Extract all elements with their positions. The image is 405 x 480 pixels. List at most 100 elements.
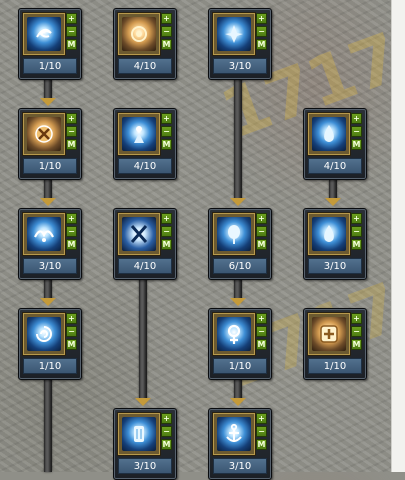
- skill-slot[interactable]: + − M 3/10: [208, 8, 272, 80]
- skill-level: 1/10: [23, 358, 77, 374]
- scrollbar-strip[interactable]: [391, 0, 405, 472]
- blue-figure-icon[interactable]: [122, 117, 156, 151]
- skill-icon-frame[interactable]: [213, 213, 255, 255]
- plus-button[interactable]: +: [256, 213, 267, 224]
- max-button[interactable]: M: [161, 139, 172, 150]
- skill-level: 3/10: [308, 258, 362, 274]
- minus-button[interactable]: −: [256, 26, 267, 37]
- plus-button[interactable]: +: [66, 13, 77, 24]
- max-button[interactable]: M: [256, 339, 267, 350]
- max-button[interactable]: M: [256, 439, 267, 450]
- golden-face-icon[interactable]: [122, 17, 156, 51]
- max-button[interactable]: M: [351, 239, 362, 250]
- plus-button[interactable]: +: [66, 313, 77, 324]
- skill-slot[interactable]: + − M 1/10: [18, 8, 82, 80]
- skill-icon-frame[interactable]: [213, 413, 255, 455]
- ice-crystal-icon[interactable]: [122, 417, 156, 451]
- minus-button[interactable]: −: [256, 226, 267, 237]
- connector-line: [139, 276, 147, 402]
- skill-slot[interactable]: + − M 4/10: [113, 208, 177, 280]
- plus-button[interactable]: +: [161, 113, 172, 124]
- skill-icon-frame[interactable]: [118, 113, 160, 155]
- minus-button[interactable]: −: [161, 126, 172, 137]
- skill-slot[interactable]: + − M 4/10: [113, 108, 177, 180]
- max-button[interactable]: M: [66, 139, 77, 150]
- skill-slot[interactable]: + − M 3/10: [113, 408, 177, 480]
- skill-icon-frame[interactable]: [213, 13, 255, 55]
- skill-slot[interactable]: + − M 6/10: [208, 208, 272, 280]
- ice-mirror-icon[interactable]: [217, 217, 251, 251]
- skill-level: 4/10: [118, 258, 172, 274]
- max-button[interactable]: M: [351, 339, 362, 350]
- skill-icon-frame[interactable]: [23, 313, 65, 355]
- max-button[interactable]: M: [161, 239, 172, 250]
- minus-button[interactable]: −: [256, 326, 267, 337]
- plus-button[interactable]: +: [351, 113, 362, 124]
- max-button[interactable]: M: [351, 139, 362, 150]
- plus-button[interactable]: +: [351, 213, 362, 224]
- minus-button[interactable]: −: [161, 226, 172, 237]
- max-button[interactable]: M: [161, 39, 172, 50]
- skill-level: 4/10: [118, 158, 172, 174]
- skill-icon-frame[interactable]: [118, 413, 160, 455]
- cross-shield-icon[interactable]: [27, 117, 61, 151]
- skill-level: 3/10: [23, 258, 77, 274]
- plus-button[interactable]: +: [256, 313, 267, 324]
- skill-slot[interactable]: + − M 3/10: [303, 208, 367, 280]
- skill-icon-frame[interactable]: [23, 113, 65, 155]
- skill-icon-frame[interactable]: [213, 313, 255, 355]
- minus-button[interactable]: −: [66, 126, 77, 137]
- skill-slot[interactable]: + − M 1/10: [303, 308, 367, 380]
- minus-button[interactable]: −: [351, 226, 362, 237]
- skill-slot[interactable]: + − M 4/10: [303, 108, 367, 180]
- plus-button[interactable]: +: [256, 13, 267, 24]
- water-drop-icon[interactable]: [312, 217, 346, 251]
- skill-slot[interactable]: + − M 3/10: [208, 408, 272, 480]
- skill-slot[interactable]: + − M 1/10: [18, 108, 82, 180]
- plus-button[interactable]: +: [161, 13, 172, 24]
- max-button[interactable]: M: [256, 39, 267, 50]
- plus-button[interactable]: +: [161, 213, 172, 224]
- whirlpool-icon[interactable]: [27, 317, 61, 351]
- holy-cross-icon[interactable]: [312, 317, 346, 351]
- minus-button[interactable]: −: [66, 326, 77, 337]
- water-drop-icon[interactable]: [312, 117, 346, 151]
- plus-button[interactable]: +: [256, 413, 267, 424]
- max-button[interactable]: M: [66, 339, 77, 350]
- skill-slot[interactable]: + − M 1/10: [208, 308, 272, 380]
- splash-icon[interactable]: [27, 217, 61, 251]
- skill-icon-frame[interactable]: [118, 213, 160, 255]
- anchor-icon[interactable]: [217, 417, 251, 451]
- skill-icon-frame[interactable]: [308, 113, 350, 155]
- x-mark-icon[interactable]: [122, 217, 156, 251]
- wind-swirl-icon[interactable]: [27, 17, 61, 51]
- minus-button[interactable]: −: [351, 326, 362, 337]
- skill-icon-frame[interactable]: [23, 213, 65, 255]
- connector-line: [44, 376, 52, 472]
- skill-icon-frame[interactable]: [23, 13, 65, 55]
- minus-button[interactable]: −: [351, 126, 362, 137]
- female-symbol-icon[interactable]: [217, 317, 251, 351]
- skill-icon-frame[interactable]: [118, 13, 160, 55]
- plus-button[interactable]: +: [66, 113, 77, 124]
- skill-slot[interactable]: + − M 1/10: [18, 308, 82, 380]
- plus-button[interactable]: +: [66, 213, 77, 224]
- max-button[interactable]: M: [66, 239, 77, 250]
- max-button[interactable]: M: [66, 39, 77, 50]
- minus-button[interactable]: −: [161, 426, 172, 437]
- minus-button[interactable]: −: [66, 26, 77, 37]
- skill-slot[interactable]: + − M 4/10: [113, 8, 177, 80]
- max-button[interactable]: M: [161, 439, 172, 450]
- skill-level: 1/10: [213, 358, 267, 374]
- skill-icon-frame[interactable]: [308, 313, 350, 355]
- blue-aura-icon[interactable]: [217, 17, 251, 51]
- minus-button[interactable]: −: [66, 226, 77, 237]
- plus-button[interactable]: +: [351, 313, 362, 324]
- plus-button[interactable]: +: [161, 413, 172, 424]
- skill-slot[interactable]: + − M 3/10: [18, 208, 82, 280]
- skill-level: 1/10: [23, 158, 77, 174]
- minus-button[interactable]: −: [256, 426, 267, 437]
- max-button[interactable]: M: [256, 239, 267, 250]
- skill-icon-frame[interactable]: [308, 213, 350, 255]
- minus-button[interactable]: −: [161, 26, 172, 37]
